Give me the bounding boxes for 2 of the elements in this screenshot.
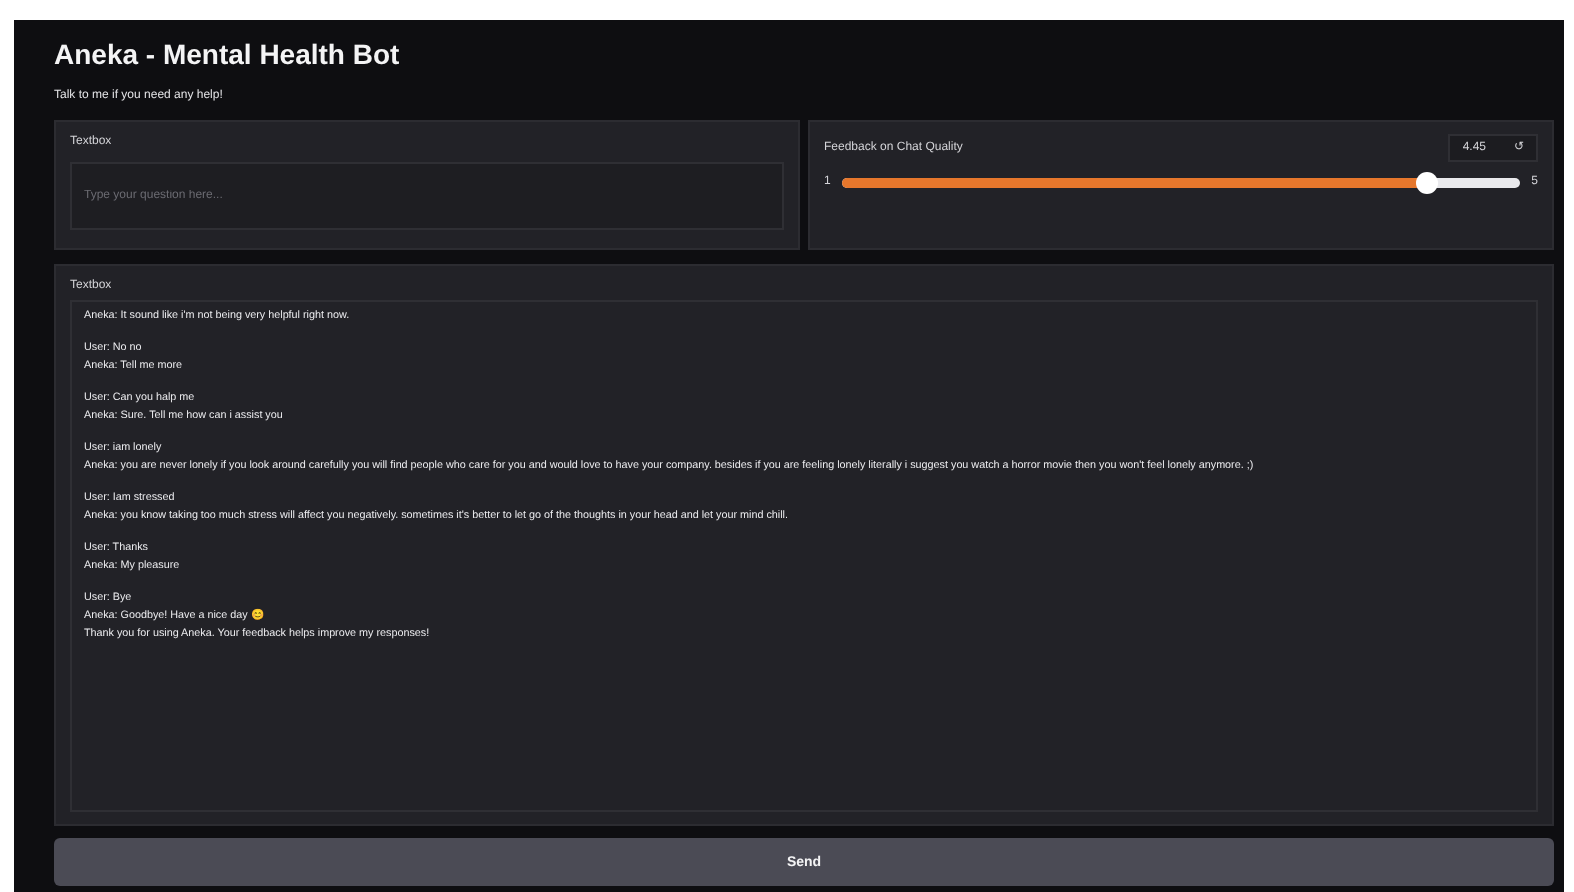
app-title: Aneka - Mental Health Bot <box>54 36 402 72</box>
slider-thumb[interactable] <box>1416 171 1439 193</box>
